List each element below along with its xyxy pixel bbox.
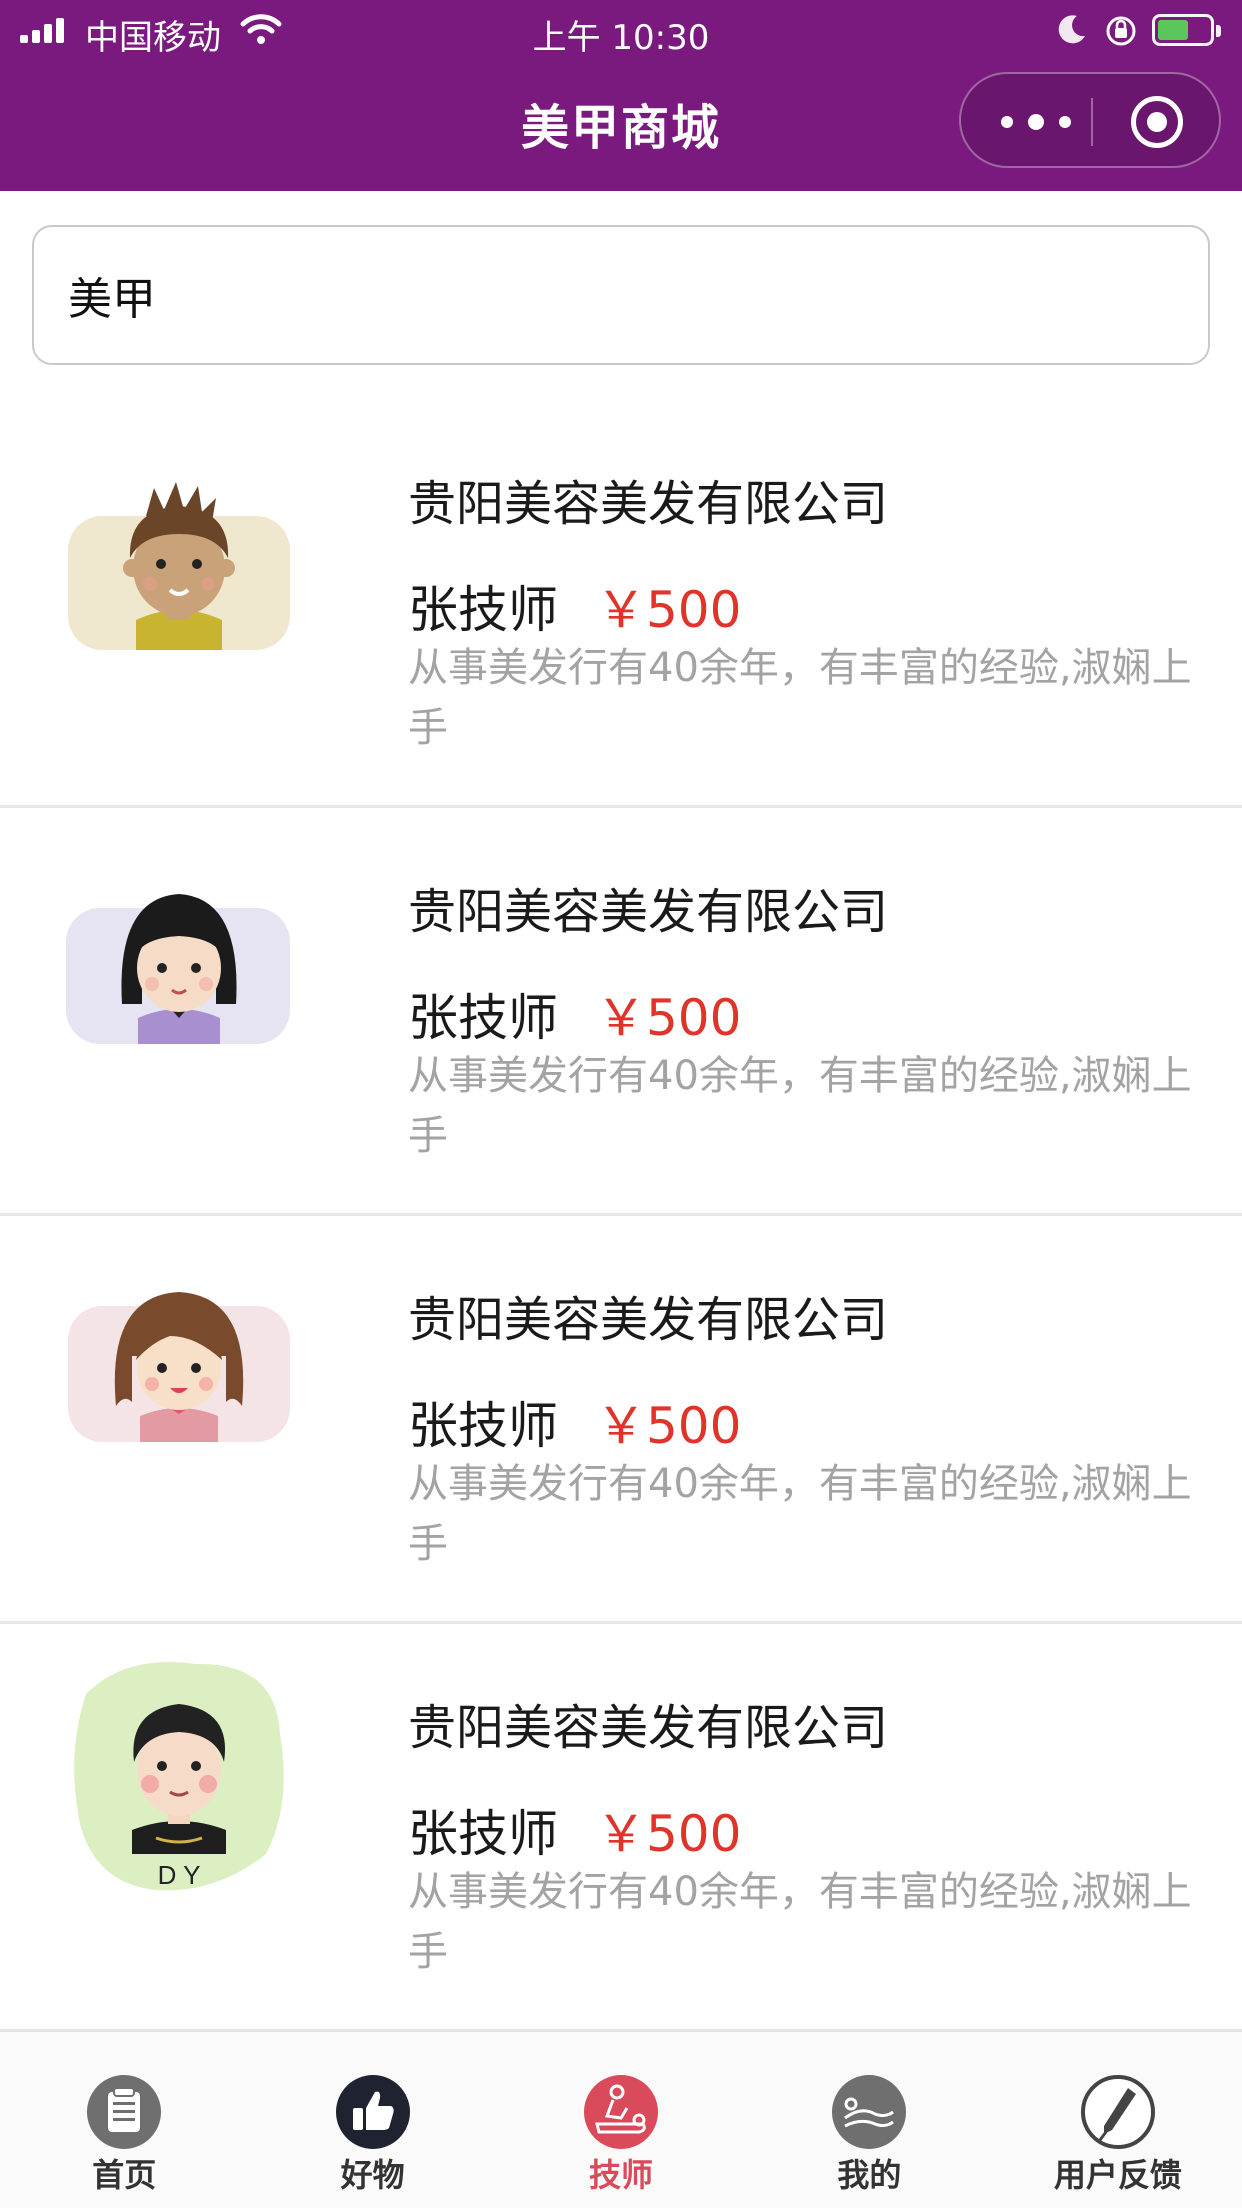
target-circle-icon[interactable]: [1131, 96, 1183, 148]
technician-list: 贵阳美容美发有限公司 张技师 ￥500 从事美发行有40余年，有丰富的经验,淑娴…: [0, 400, 1242, 2032]
mini-program-capsule: [959, 72, 1221, 168]
tab-feedback[interactable]: 用户反馈: [994, 2032, 1242, 2208]
tab-mine[interactable]: 我的: [745, 2032, 993, 2208]
rotation-lock-icon: [1106, 16, 1136, 46]
company-name: 贵阳美容美发有限公司: [408, 884, 889, 940]
battery-icon: [1152, 14, 1221, 46]
technician-description: 从事美发行有40余年，有丰富的经验,淑娴上手: [408, 1461, 1192, 1567]
tab-label: 用户反馈: [1053, 2156, 1182, 2194]
search-input[interactable]: [32, 225, 1210, 365]
bottom-tab-bar: 首页 好物 技师 我的 用户反馈: [0, 2030, 1242, 2208]
list-item[interactable]: 贵阳美容美发有限公司 张技师 ￥500 从事美发行有40余年，有丰富的经验,淑娴…: [0, 1216, 1242, 1624]
technician-name: 张技师: [408, 1397, 558, 1455]
technician-price: ￥500: [596, 1805, 742, 1863]
company-name: 贵阳美容美发有限公司: [408, 1700, 889, 1756]
more-dots-icon[interactable]: [1001, 104, 1071, 140]
technician-name: 张技师: [408, 989, 558, 1047]
tab-label: 我的: [837, 2156, 902, 2194]
list-item[interactable]: 贵阳美容美发有限公司 张技师 ￥500 从事美发行有40余年，有丰富的经验,淑娴…: [0, 400, 1242, 808]
technician-price: ￥500: [596, 1397, 742, 1455]
tab-home[interactable]: 首页: [0, 2032, 248, 2208]
capsule-divider: [1091, 98, 1093, 146]
technician-price: ￥500: [596, 989, 742, 1047]
company-name: 贵阳美容美发有限公司: [408, 476, 889, 532]
avatar-caption: D Y: [158, 1860, 201, 1890]
thumbs-up-icon: [335, 2075, 410, 2149]
status-bar: 中国移动 上午 10:30: [0, 0, 1242, 62]
tab-goods[interactable]: 好物: [248, 2032, 496, 2208]
technician-description: 从事美发行有40余年，有丰富的经验,淑娴上手: [408, 645, 1192, 751]
company-name: 贵阳美容美发有限公司: [408, 1292, 889, 1348]
technician-price: ￥500: [596, 581, 742, 639]
list-item[interactable]: D Y 贵阳美容美发有限公司 张技师 ￥500 从事美发行有40余年，有丰富的经…: [0, 1624, 1242, 2032]
clipboard-icon: [87, 2075, 162, 2149]
tab-label: 技师: [589, 2156, 654, 2194]
technician-description: 从事美发行有40余年，有丰富的经验,淑娴上手: [408, 1869, 1192, 1975]
list-item[interactable]: 贵阳美容美发有限公司 张技师 ￥500 从事美发行有40余年，有丰富的经验,淑娴…: [0, 808, 1242, 1216]
tab-technician[interactable]: 技师: [497, 2032, 745, 2208]
technician-name: 张技师: [408, 581, 558, 639]
girl-black-hair-avatar: [66, 894, 290, 1044]
moon-icon: [1058, 15, 1085, 44]
top-bar: 中国移动 上午 10:30 美甲商城: [0, 0, 1242, 191]
tab-label: 好物: [340, 2156, 405, 2194]
girl-brown-hair-avatar: [68, 1292, 290, 1442]
technician-name: 张技师: [408, 1805, 558, 1863]
boy-cartoon-avatar: [68, 482, 290, 650]
tab-label: 首页: [92, 2156, 157, 2194]
man-dy-avatar: D Y: [74, 1662, 284, 1891]
pen-icon: [1080, 2075, 1155, 2149]
relax-icon: [832, 2075, 907, 2149]
massage-icon: [584, 2075, 659, 2149]
technician-description: 从事美发行有40余年，有丰富的经验,淑娴上手: [408, 1053, 1192, 1159]
